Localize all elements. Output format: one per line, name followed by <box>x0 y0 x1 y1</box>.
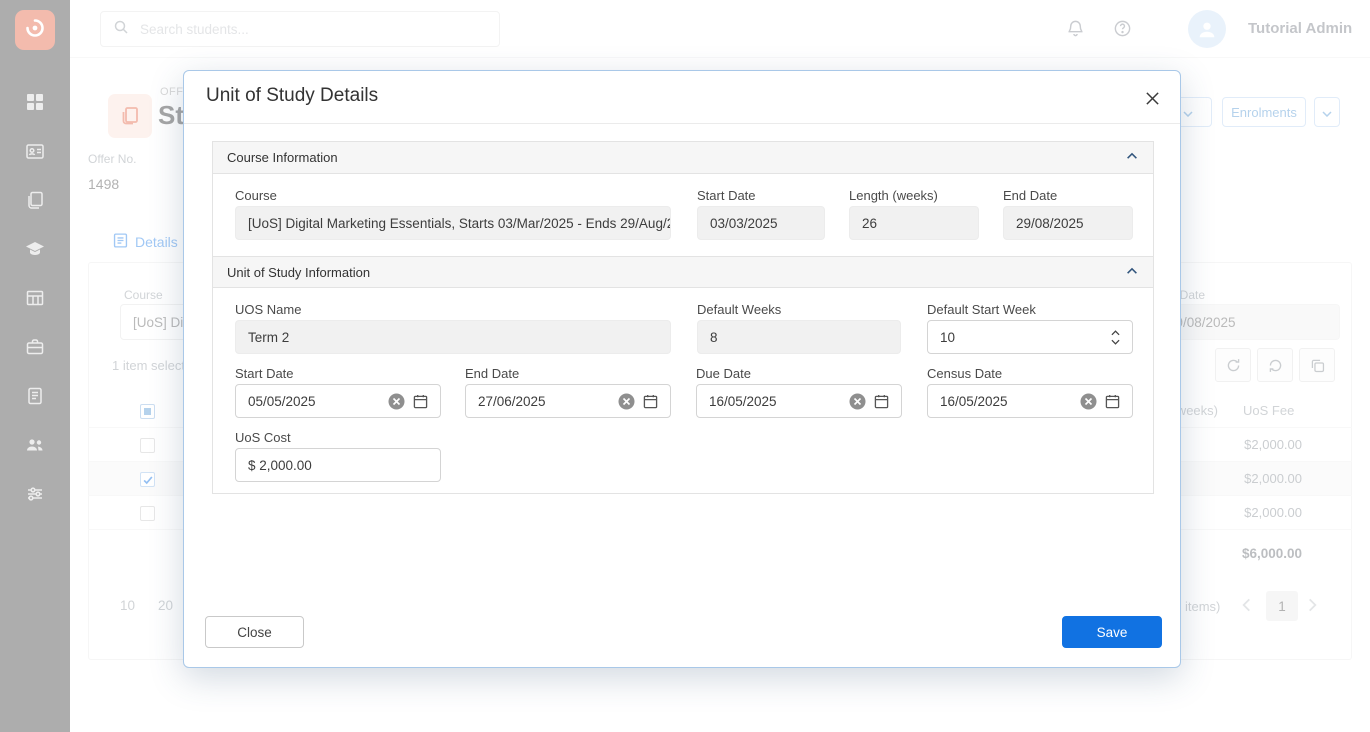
start-date-label: Start Date <box>697 188 756 203</box>
stepper-up-icon[interactable] <box>1111 330 1120 336</box>
uos-start-date-label: Start Date <box>235 366 294 381</box>
default-start-week-label: Default Start Week <box>927 302 1036 317</box>
default-weeks-label: Default Weeks <box>697 302 781 317</box>
close-icon[interactable] <box>1142 88 1162 108</box>
chevron-up-icon <box>1125 149 1139 166</box>
uos-end-date-label: End Date <box>465 366 519 381</box>
course-start-date-field: 03/03/2025 <box>697 206 825 240</box>
close-button[interactable]: Close <box>205 616 304 648</box>
uos-cost-label: UoS Cost <box>235 430 291 445</box>
uos-cost-input[interactable]: $ 2,000.00 <box>235 448 441 482</box>
course-field: [UoS] Digital Marketing Essentials, Star… <box>235 206 671 240</box>
calendar-icon[interactable] <box>1105 394 1120 409</box>
modal-title: Unit of Study Details <box>206 85 378 107</box>
length-weeks-label: Length (weeks) <box>849 188 938 203</box>
section-uos-information[interactable]: Unit of Study Information <box>213 256 1153 288</box>
course-end-date-field: 29/08/2025 <box>1003 206 1133 240</box>
uos-end-date-input[interactable]: 27/06/2025 <box>465 384 671 418</box>
divider <box>184 123 1180 124</box>
calendar-icon[interactable] <box>413 394 428 409</box>
default-start-week-stepper[interactable]: 10 <box>927 320 1133 354</box>
uos-start-date-input[interactable]: 05/05/2025 <box>235 384 441 418</box>
uos-name-label: UOS Name <box>235 302 301 317</box>
stepper-down-icon[interactable] <box>1111 339 1120 345</box>
chevron-up-icon <box>1125 264 1139 281</box>
due-date-label: Due Date <box>696 366 751 381</box>
census-date-input[interactable]: 16/05/2025 <box>927 384 1133 418</box>
clear-icon[interactable] <box>1080 393 1097 410</box>
course-label: Course <box>235 188 277 203</box>
clear-icon[interactable] <box>388 393 405 410</box>
clear-icon[interactable] <box>618 393 635 410</box>
clear-icon[interactable] <box>849 393 866 410</box>
length-weeks-field: 26 <box>849 206 979 240</box>
default-weeks-field: 8 <box>697 320 901 354</box>
calendar-icon[interactable] <box>874 394 889 409</box>
calendar-icon[interactable] <box>643 394 658 409</box>
section-course-information[interactable]: Course Information <box>213 142 1153 174</box>
save-button[interactable]: Save <box>1062 616 1162 648</box>
app-root: Tutorial Admin OFF St e Enrolments Offer… <box>0 0 1370 732</box>
census-date-label: Census Date <box>927 366 1002 381</box>
end-date-label: End Date <box>1003 188 1057 203</box>
uos-details-modal: Unit of Study Details Course Information… <box>183 70 1181 668</box>
due-date-input[interactable]: 16/05/2025 <box>696 384 902 418</box>
modal-form-panel: Course Information Course [UoS] Digital … <box>212 141 1154 494</box>
uos-name-field: Term 2 <box>235 320 671 354</box>
